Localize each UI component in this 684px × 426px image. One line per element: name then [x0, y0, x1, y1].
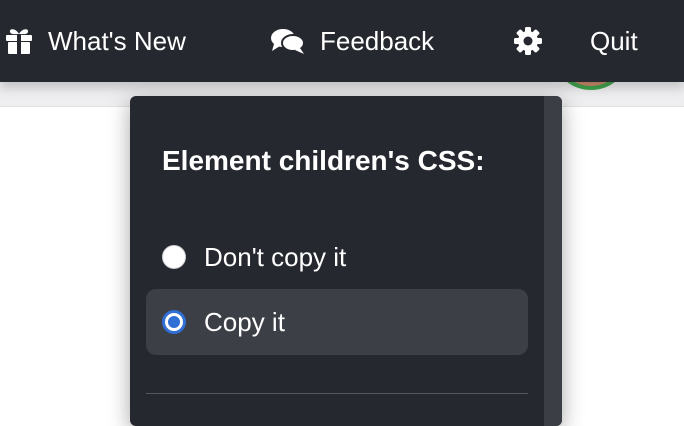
divider — [146, 393, 528, 394]
whats-new-button[interactable]: What's New — [4, 0, 186, 82]
section-title: Element children's CSS: — [162, 145, 485, 176]
gear-icon — [513, 26, 543, 56]
gift-icon — [4, 27, 48, 55]
radio-dont-copy[interactable] — [162, 245, 186, 269]
whats-new-label: What's New — [48, 25, 186, 56]
quit-button[interactable]: Quit — [590, 0, 638, 82]
feedback-button[interactable]: Feedback — [270, 0, 434, 82]
option-dont-copy[interactable]: Don't copy it — [146, 224, 528, 290]
comments-icon — [270, 27, 320, 55]
radio-copy[interactable] — [162, 310, 186, 334]
top-toolbar: What's New Feedback Quit — [0, 0, 684, 82]
settings-dropdown-panel: Element children's CSS: Don't copy it Co… — [130, 96, 562, 426]
option-label: Don't copy it — [204, 241, 347, 272]
option-copy[interactable]: Copy it — [146, 289, 528, 355]
feedback-label: Feedback — [320, 25, 435, 56]
quit-label: Quit — [590, 25, 638, 56]
option-label: Copy it — [204, 306, 285, 337]
scrollbar[interactable] — [544, 96, 562, 426]
settings-button[interactable] — [513, 0, 543, 82]
